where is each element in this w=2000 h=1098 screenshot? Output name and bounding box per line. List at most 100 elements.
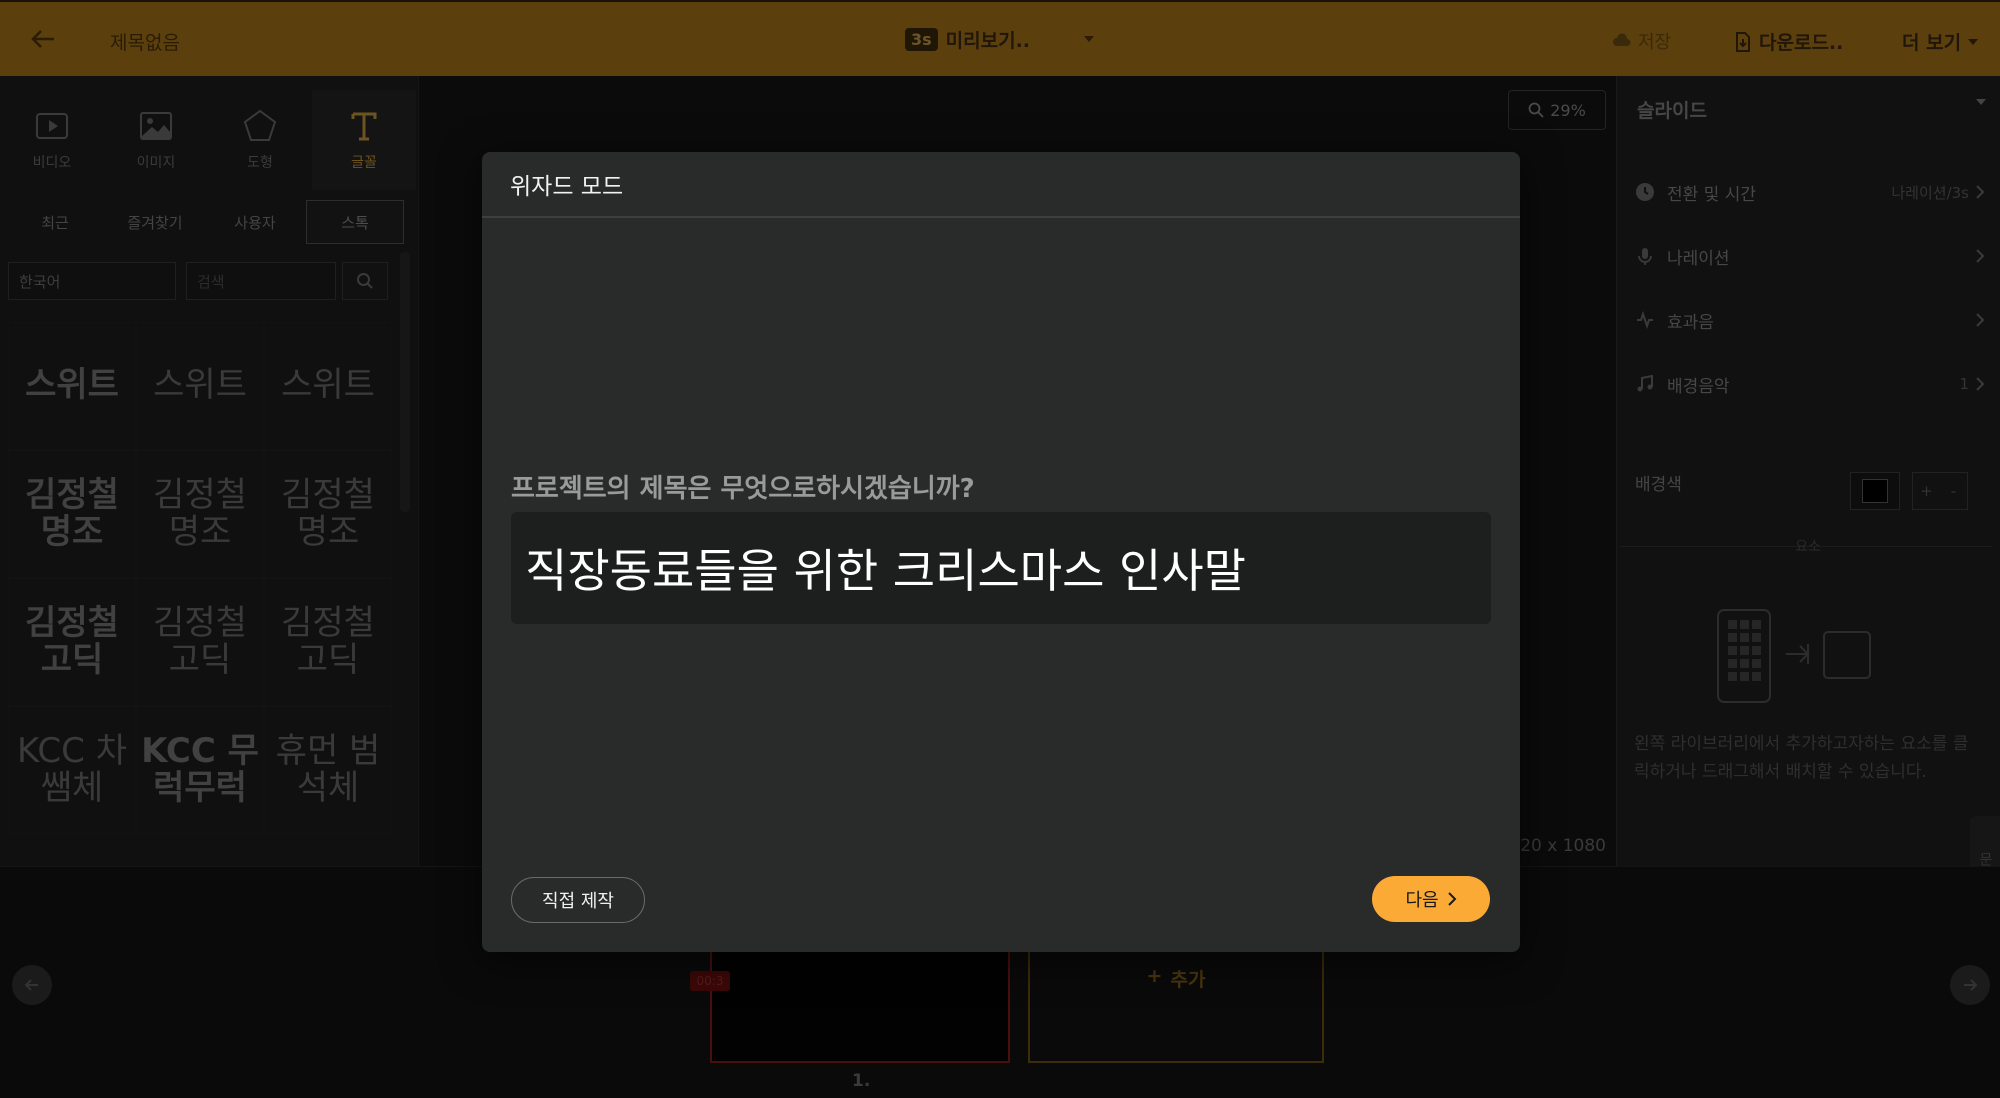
slide-number: 1. [852,1071,871,1091]
sound-effect-row[interactable]: 효과음 [1635,300,1985,340]
zoom-control[interactable]: 29% [1508,90,1606,130]
language-select[interactable]: 한국어 [8,262,176,300]
slide-section-header[interactable]: 슬라이드 [1637,96,1987,123]
tab-video[interactable]: 비디오 [0,90,104,190]
slide-thumbnail[interactable] [710,947,1010,1063]
title-question: 프로젝트의 제목은 무엇으로하시겠습니까? [511,474,975,504]
font-item[interactable]: 휴먼 범석체 [264,706,392,834]
font-item[interactable]: KCC 차쌤체 [8,706,136,834]
image-icon [140,112,172,140]
narration-row[interactable]: 나레이션 [1635,236,1985,276]
pentagon-icon [243,109,277,141]
subtab-user[interactable]: 사용자 [206,200,304,244]
subtab-recent[interactable]: 최근 [6,200,104,244]
direct-create-button[interactable]: 직접 제작 [511,877,645,923]
row-label: 배경음악 [1667,376,1730,397]
clock-icon [1636,183,1654,201]
library-panel: 비디오 이미지 도형 글꼴 최근 즐겨찾기 사용자 스톡 한국어 검색 스위트 … [0,76,418,866]
row-label: 효과음 [1667,312,1714,333]
project-title-input[interactable] [511,512,1491,624]
search-icon [357,273,373,289]
font-item[interactable]: 스위트 [8,322,136,450]
row-value: 1 [1959,375,1969,393]
next-label: 다음 [1405,890,1439,911]
font-item[interactable]: 김정철 명조 [8,450,136,578]
row-value: 나레이션/3s [1891,183,1969,202]
font-item[interactable]: 스위트 [264,322,392,450]
more-label: 더 보기 [1902,32,1962,54]
download-label: 다운로드.. [1759,32,1844,54]
font-item[interactable]: KCC 무럭무럭 [136,706,264,834]
chevron-right-icon [1976,377,1985,391]
search-button[interactable] [342,262,388,300]
download-button[interactable]: 다운로드.. [1733,28,1843,55]
tab-shape[interactable]: 도형 [208,90,312,190]
font-item[interactable]: 김정철 고딕 [8,578,136,706]
cloud-icon [1613,33,1631,46]
tab-shape-label: 도형 [247,155,273,171]
help-text: 왼쪽 라이브러리에서 추가하고자하는 요소를 클릭하거나 드래그해서 배치할 수… [1634,734,1969,782]
slide-duration-tag: 00:3 [690,971,730,991]
dialog-title: 위자드 모드 [482,152,1520,218]
save-button[interactable]: 저장 [1612,28,1671,54]
background-color-picker[interactable] [1850,472,1900,510]
arrow-right-icon [1964,979,1978,991]
text-icon [351,112,377,141]
tab-image-label: 이미지 [136,155,176,171]
arrow-left-icon [24,979,38,991]
transition-time-row[interactable]: 전환 및 시간 나레이션/3s [1635,172,1985,212]
add-slide-label: 추가 [1170,969,1206,991]
plus-icon: + [1146,965,1163,987]
section-title: 슬라이드 [1637,100,1707,122]
minus-button[interactable]: - [1940,473,1967,509]
color-swatch [1862,479,1888,503]
subtab-favorites[interactable]: 즐겨찾기 [106,200,204,244]
add-slide-button[interactable]: + 추가 [1028,947,1324,1063]
tab-image[interactable]: 이미지 [104,90,208,190]
save-label: 저장 [1638,32,1672,53]
tab-font[interactable]: 글꼴 [312,90,416,190]
chevron-right-icon [1976,185,1985,199]
mic-icon [1638,248,1652,265]
back-arrow-icon[interactable] [28,24,58,54]
font-item[interactable]: 김정철 명조 [136,450,264,578]
download-icon [1736,31,1750,52]
font-item[interactable]: 김정철 명조 [264,450,392,578]
chevron-right-icon [1447,892,1456,906]
subtab-stock[interactable]: 스톡 [306,200,404,244]
zoom-icon [1528,102,1544,118]
plus-button[interactable]: + [1913,473,1940,509]
tab-video-label: 비디오 [32,155,72,171]
library-scrollbar[interactable] [400,252,410,512]
next-button[interactable]: 다음 [1372,876,1490,922]
font-search-input[interactable]: 검색 [186,262,336,300]
document-title[interactable]: 제목없음 [110,28,180,55]
caret-down-icon[interactable] [1082,32,1096,46]
timeline-next-button[interactable] [1950,965,1990,1005]
background-music-row[interactable]: 배경음악 1 [1635,364,1985,404]
font-item[interactable]: 스위트 [136,322,264,450]
font-item[interactable]: 김정철 고딕 [136,578,264,706]
video-icon [36,113,68,139]
wizard-mode-dialog: 위자드 모드 프로젝트의 제목은 무엇으로하시겠습니까? 직접 제작 다음 [482,152,1520,952]
row-label: 나레이션 [1667,248,1730,269]
preview-button[interactable]: 3s 미리보기.. [905,26,1030,53]
timeline-prev-button[interactable] [12,965,52,1005]
preview-label: 미리보기.. [945,30,1031,52]
sound-effect-icon [1637,310,1653,330]
music-note-icon [1637,374,1653,392]
more-menu-button[interactable]: 더 보기 [1902,28,1979,55]
library-to-canvas-illustration [1717,609,1871,703]
library-tabs: 비디오 이미지 도형 글꼴 [0,90,418,190]
chevron-right-icon [1976,313,1985,327]
top-bar: 제목없음 3s 미리보기.. 저장 다운로드.. 더 보기 [0,0,2000,76]
chevron-right-icon [1976,249,1985,263]
tab-font-label: 글꼴 [351,155,377,171]
row-label: 전환 및 시간 [1667,184,1757,205]
zoom-level: 29% [1550,100,1586,120]
duration-badge: 3s [905,28,938,51]
font-item[interactable]: 김정철 고딕 [264,578,392,706]
library-subtabs: 최근 즐겨찾기 사용자 스톡 [6,200,404,244]
font-grid: 스위트 스위트 스위트 김정철 명조 김정철 명조 김정철 명조 김정철 고딕 … [8,322,392,834]
color-stepper: + - [1912,472,1968,510]
